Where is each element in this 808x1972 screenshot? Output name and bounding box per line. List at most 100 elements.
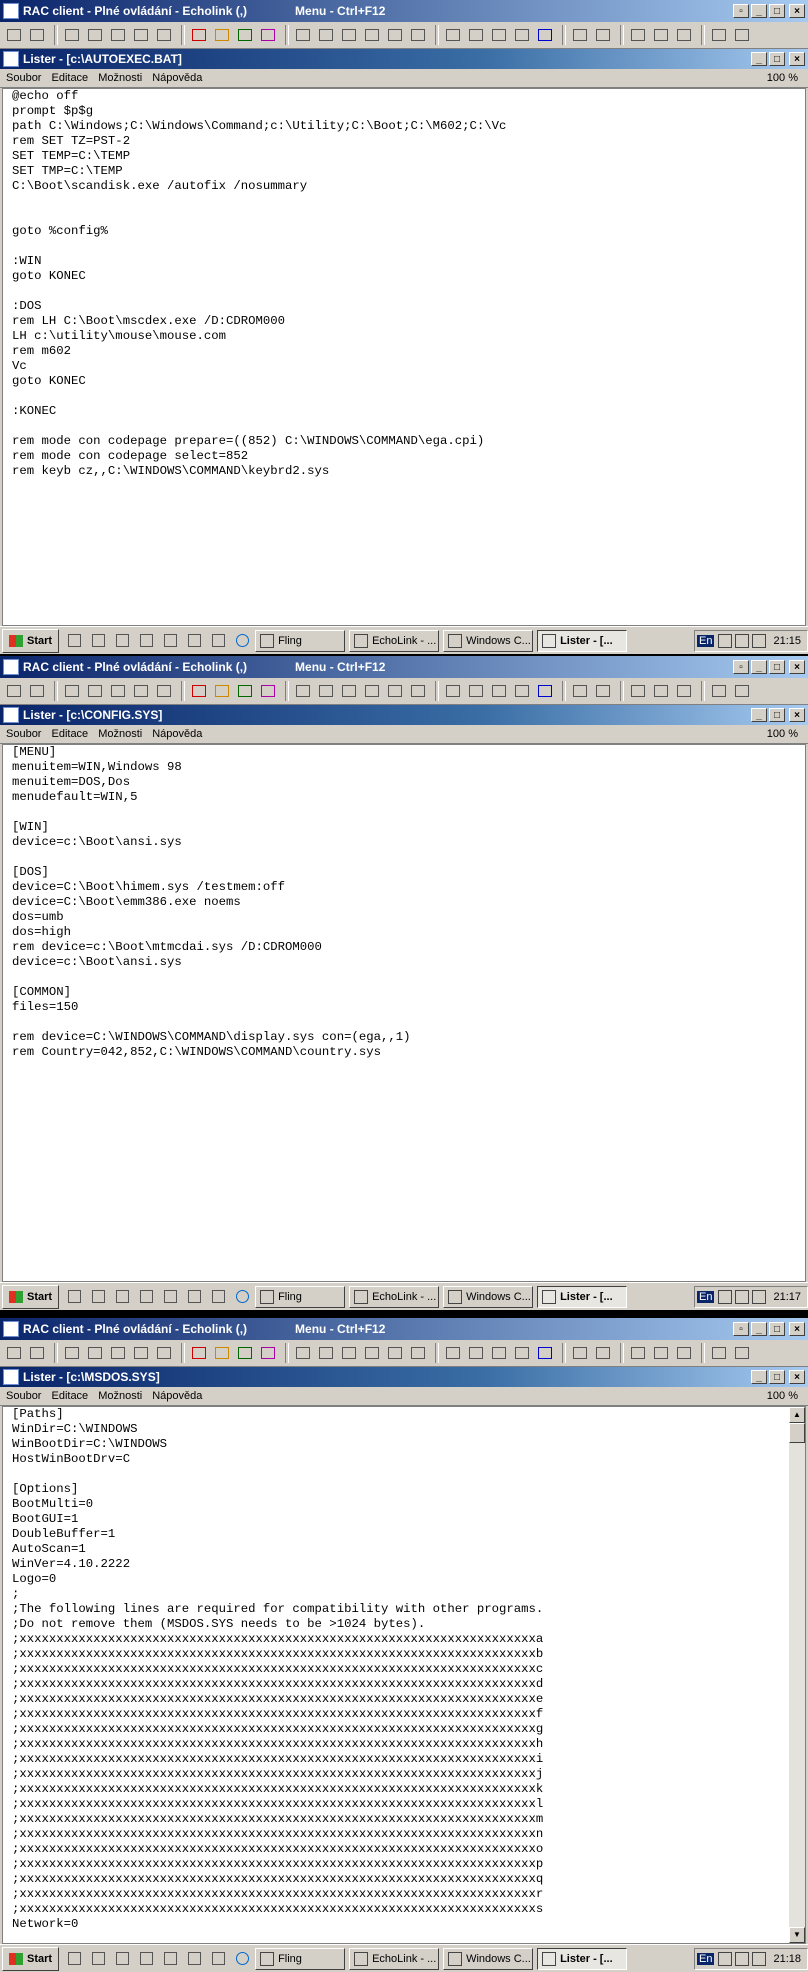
- start-button[interactable]: Start: [2, 1284, 60, 1309]
- keyboard-icon[interactable]: [489, 1343, 509, 1363]
- rac-client-titlebar[interactable]: RAC client - Plné ovládání - Echolink (,…: [0, 656, 808, 678]
- pointer-icon[interactable]: [293, 1343, 313, 1363]
- view-mode-4-icon[interactable]: [131, 1343, 151, 1363]
- color-full-icon[interactable]: [258, 681, 278, 701]
- close-button[interactable]: ×: [789, 52, 805, 66]
- minimize-button[interactable]: _: [751, 708, 767, 722]
- quicklaunch-icon[interactable]: [113, 1288, 131, 1306]
- lister-text-area[interactable]: [Paths] WinDir=C:\WINDOWS WinBootDir=C:\…: [2, 1406, 806, 1944]
- task-echolink[interactable]: EchoLink - ...: [349, 629, 440, 652]
- capture-icon[interactable]: [512, 681, 532, 701]
- quicklaunch-icon[interactable]: [65, 632, 83, 650]
- start-button[interactable]: Start: [2, 628, 60, 653]
- link-icon[interactable]: [674, 25, 694, 45]
- menu-moznosti[interactable]: Možnosti: [98, 72, 142, 84]
- quicklaunch-icon[interactable]: [137, 1950, 155, 1968]
- language-indicator[interactable]: En: [697, 634, 715, 647]
- scale-icon[interactable]: [408, 681, 428, 701]
- bar-icon[interactable]: [535, 1343, 555, 1363]
- close-button[interactable]: ×: [789, 660, 805, 674]
- list-icon[interactable]: [732, 1343, 752, 1363]
- task-fling[interactable]: Fling: [255, 1947, 346, 1970]
- view-mode-2-icon[interactable]: [85, 681, 105, 701]
- quicklaunch-icon[interactable]: [185, 1950, 203, 1968]
- view-mode-4-icon[interactable]: [131, 681, 151, 701]
- paste-icon[interactable]: [593, 681, 613, 701]
- scale-icon[interactable]: [408, 1343, 428, 1363]
- tray-icon[interactable]: [735, 633, 750, 648]
- menu-moznosti[interactable]: Možnosti: [98, 1390, 142, 1402]
- print-icon[interactable]: [628, 25, 648, 45]
- language-indicator[interactable]: En: [697, 1290, 715, 1303]
- quicklaunch-icon[interactable]: [89, 1288, 107, 1306]
- task-echolink[interactable]: EchoLink - ...: [349, 1947, 440, 1970]
- minimize-button[interactable]: _: [751, 4, 767, 18]
- find-icon[interactable]: [385, 681, 405, 701]
- rac-client-titlebar[interactable]: RAC client - Plné ovládání - Echolink (,…: [0, 0, 808, 22]
- zoom-icon[interactable]: [362, 681, 382, 701]
- quicklaunch-icon[interactable]: [161, 1950, 179, 1968]
- lock-icon[interactable]: [651, 681, 671, 701]
- maximize-button[interactable]: □: [769, 708, 785, 722]
- color-16-icon[interactable]: [235, 25, 255, 45]
- quicklaunch-icon[interactable]: [89, 632, 107, 650]
- color-8-icon[interactable]: [212, 25, 232, 45]
- menu-soubor[interactable]: Soubor: [6, 72, 41, 84]
- select-icon[interactable]: [316, 25, 336, 45]
- task-fling[interactable]: Fling: [255, 1285, 346, 1308]
- language-indicator[interactable]: En: [697, 1952, 715, 1965]
- paste-icon[interactable]: [593, 25, 613, 45]
- maximize-button[interactable]: □: [769, 660, 785, 674]
- quicklaunch-icon[interactable]: [209, 632, 227, 650]
- minimize-button[interactable]: _: [751, 52, 767, 66]
- color-4-icon[interactable]: [189, 681, 209, 701]
- tray-icon[interactable]: [735, 1951, 750, 1966]
- close-button[interactable]: ×: [789, 1322, 805, 1336]
- scroll-up-icon[interactable]: ▲: [789, 1407, 805, 1423]
- scroll-thumb[interactable]: [789, 1423, 805, 1443]
- copy-icon[interactable]: [570, 681, 590, 701]
- task-lister[interactable]: Lister - [...: [537, 1285, 628, 1308]
- rac-client-titlebar[interactable]: RAC client - Plné ovládání - Echolink (,…: [0, 1318, 808, 1340]
- save-icon[interactable]: [466, 25, 486, 45]
- color-full-icon[interactable]: [258, 25, 278, 45]
- remote-icon[interactable]: [443, 681, 463, 701]
- menu-soubor[interactable]: Soubor: [6, 728, 41, 740]
- ie-icon[interactable]: [233, 632, 251, 650]
- menu-editace[interactable]: Editace: [51, 728, 88, 740]
- paste-icon[interactable]: [593, 1343, 613, 1363]
- lock-icon[interactable]: [651, 25, 671, 45]
- copy-icon[interactable]: [570, 1343, 590, 1363]
- quicklaunch-icon[interactable]: [161, 1288, 179, 1306]
- quicklaunch-icon[interactable]: [185, 632, 203, 650]
- minimize-button[interactable]: _: [751, 1370, 767, 1384]
- view-mode-5-icon[interactable]: [154, 681, 174, 701]
- menu-soubor[interactable]: Soubor: [6, 1390, 41, 1402]
- menu-editace[interactable]: Editace: [51, 72, 88, 84]
- ie-icon[interactable]: [233, 1950, 251, 1968]
- task-windows-commander[interactable]: Windows C...: [443, 1285, 534, 1308]
- tray-icon[interactable]: [718, 1289, 733, 1304]
- zoom-icon[interactable]: [362, 1343, 382, 1363]
- select-icon[interactable]: [316, 1343, 336, 1363]
- lister-text-area[interactable]: @echo off prompt $p$g path C:\Windows;C:…: [2, 88, 806, 626]
- save-icon[interactable]: [466, 1343, 486, 1363]
- color-4-icon[interactable]: [189, 1343, 209, 1363]
- task-windows-commander[interactable]: Windows C...: [443, 1947, 534, 1970]
- remote-icon[interactable]: [443, 25, 463, 45]
- select-icon[interactable]: [316, 681, 336, 701]
- scroll-down-icon[interactable]: ▼: [789, 1927, 805, 1943]
- bar-icon[interactable]: [535, 681, 555, 701]
- quicklaunch-icon[interactable]: [65, 1288, 83, 1306]
- connect-icon[interactable]: [4, 681, 24, 701]
- view-mode-1-icon[interactable]: [62, 681, 82, 701]
- minimize-button[interactable]: _: [751, 660, 767, 674]
- quicklaunch-icon[interactable]: [209, 1950, 227, 1968]
- view-mode-5-icon[interactable]: [154, 1343, 174, 1363]
- maximize-button[interactable]: □: [769, 52, 785, 66]
- quicklaunch-icon[interactable]: [137, 632, 155, 650]
- find-icon[interactable]: [385, 25, 405, 45]
- keyboard-icon[interactable]: [489, 681, 509, 701]
- view-mode-3-icon[interactable]: [108, 25, 128, 45]
- maximize-button[interactable]: □: [769, 1322, 785, 1336]
